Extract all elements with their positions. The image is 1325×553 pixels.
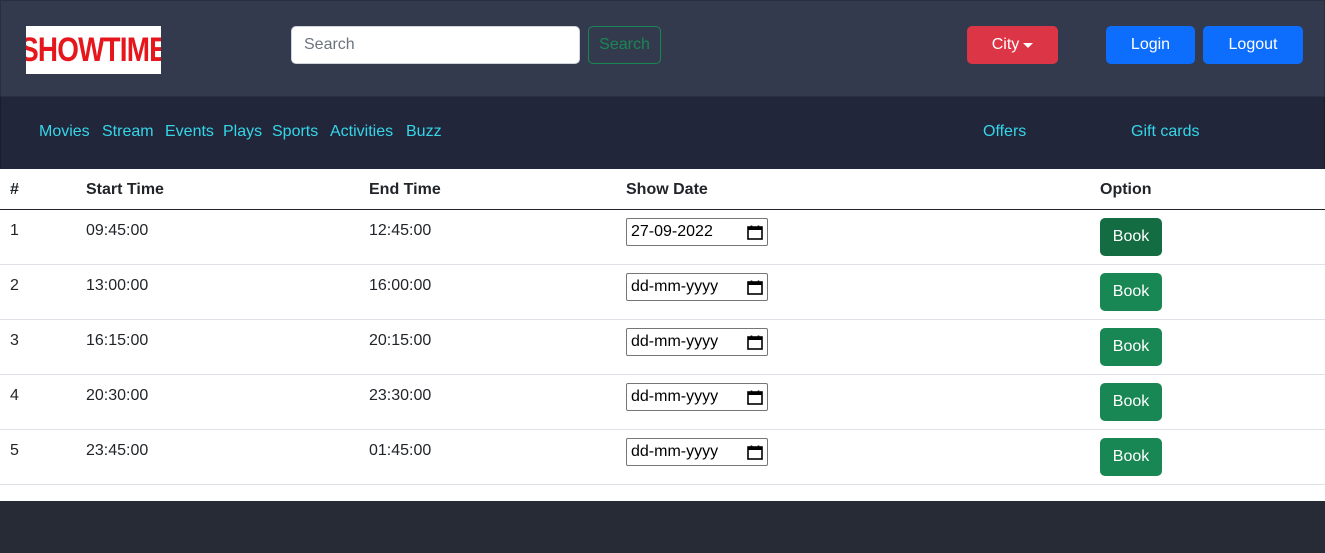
end-time: 01:45:00 — [369, 442, 432, 459]
book-button[interactable]: Book — [1100, 218, 1162, 256]
search-button[interactable]: Search — [588, 26, 661, 64]
book-button[interactable]: Book — [1100, 328, 1162, 366]
caret-down-icon — [1023, 43, 1034, 48]
show-date-input[interactable]: dd-mm-yyyy — [626, 328, 768, 356]
nav-link-events[interactable]: Events — [165, 123, 214, 141]
calendar-icon[interactable] — [747, 390, 763, 405]
nav-link-gift-cards[interactable]: Gift cards — [1131, 123, 1199, 141]
start-time: 16:15:00 — [86, 332, 149, 349]
row-number: 5 — [10, 442, 19, 459]
table-row: 4 20:30:00 23:30:00 dd-mm-yyyy Book — [0, 375, 1325, 430]
nav-link-offers[interactable]: Offers — [983, 123, 1026, 141]
header-start-time: Start Time — [86, 181, 164, 198]
nav-link-buzz[interactable]: Buzz — [406, 123, 442, 141]
end-time: 12:45:00 — [369, 222, 432, 239]
calendar-icon[interactable] — [747, 445, 763, 460]
table-row: 5 23:45:00 01:45:00 dd-mm-yyyy Book — [0, 430, 1325, 485]
login-button[interactable]: Login — [1106, 26, 1195, 64]
logout-button[interactable]: Logout — [1203, 26, 1303, 64]
date-value: dd-mm-yyyy — [631, 333, 719, 350]
table-header-row: # Start Time End Time Show Date Option — [0, 169, 1325, 210]
header-show-date: Show Date — [626, 181, 708, 198]
row-number: 1 — [10, 222, 19, 239]
end-time: 23:30:00 — [369, 387, 432, 404]
city-dropdown-button[interactable]: City — [967, 26, 1058, 64]
showtimes-table: # Start Time End Time Show Date Option 1… — [0, 169, 1325, 485]
row-number: 2 — [10, 277, 19, 294]
date-value: dd-mm-yyyy — [631, 388, 719, 405]
nav-link-stream[interactable]: Stream — [102, 123, 154, 141]
table-row: 3 16:15:00 20:15:00 dd-mm-yyyy Book — [0, 320, 1325, 375]
showtime-logo[interactable]: SHOWTIME — [26, 26, 161, 74]
footer — [0, 501, 1325, 553]
show-date-input[interactable]: dd-mm-yyyy — [626, 383, 768, 411]
date-value: dd-mm-yyyy — [631, 443, 719, 460]
end-time: 20:15:00 — [369, 332, 432, 349]
calendar-icon[interactable] — [747, 335, 763, 350]
start-time: 09:45:00 — [86, 222, 149, 239]
show-date-input[interactable]: 27-09-2022 — [626, 218, 768, 246]
row-number: 3 — [10, 332, 19, 349]
calendar-icon[interactable] — [747, 280, 763, 295]
book-button[interactable]: Book — [1100, 383, 1162, 421]
table-row: 2 13:00:00 16:00:00 dd-mm-yyyy Book — [0, 265, 1325, 320]
row-number: 4 — [10, 387, 19, 404]
end-time: 16:00:00 — [369, 277, 432, 294]
date-value: 27-09-2022 — [631, 223, 713, 240]
show-date-input[interactable]: dd-mm-yyyy — [626, 273, 768, 301]
category-navbar: Movies Stream Events Plays Sports Activi… — [0, 97, 1325, 169]
book-button[interactable]: Book — [1100, 273, 1162, 311]
show-date-input[interactable]: dd-mm-yyyy — [626, 438, 768, 466]
top-header: SHOWTIME Search City Login Logout — [0, 0, 1325, 97]
table-row: 1 09:45:00 12:45:00 27-09-2022 Book — [0, 210, 1325, 265]
nav-link-movies[interactable]: Movies — [39, 123, 90, 141]
nav-link-plays[interactable]: Plays — [223, 123, 262, 141]
start-time: 20:30:00 — [86, 387, 149, 404]
nav-link-activities[interactable]: Activities — [330, 123, 393, 141]
search-input[interactable] — [291, 26, 580, 64]
start-time: 23:45:00 — [86, 442, 149, 459]
book-button[interactable]: Book — [1100, 438, 1162, 476]
calendar-icon[interactable] — [747, 225, 763, 240]
header-end-time: End Time — [369, 181, 441, 198]
header-number: # — [10, 181, 19, 198]
date-value: dd-mm-yyyy — [631, 278, 719, 295]
start-time: 13:00:00 — [86, 277, 149, 294]
city-label: City — [991, 36, 1020, 53]
nav-link-sports[interactable]: Sports — [272, 123, 318, 141]
header-option: Option — [1100, 181, 1152, 198]
